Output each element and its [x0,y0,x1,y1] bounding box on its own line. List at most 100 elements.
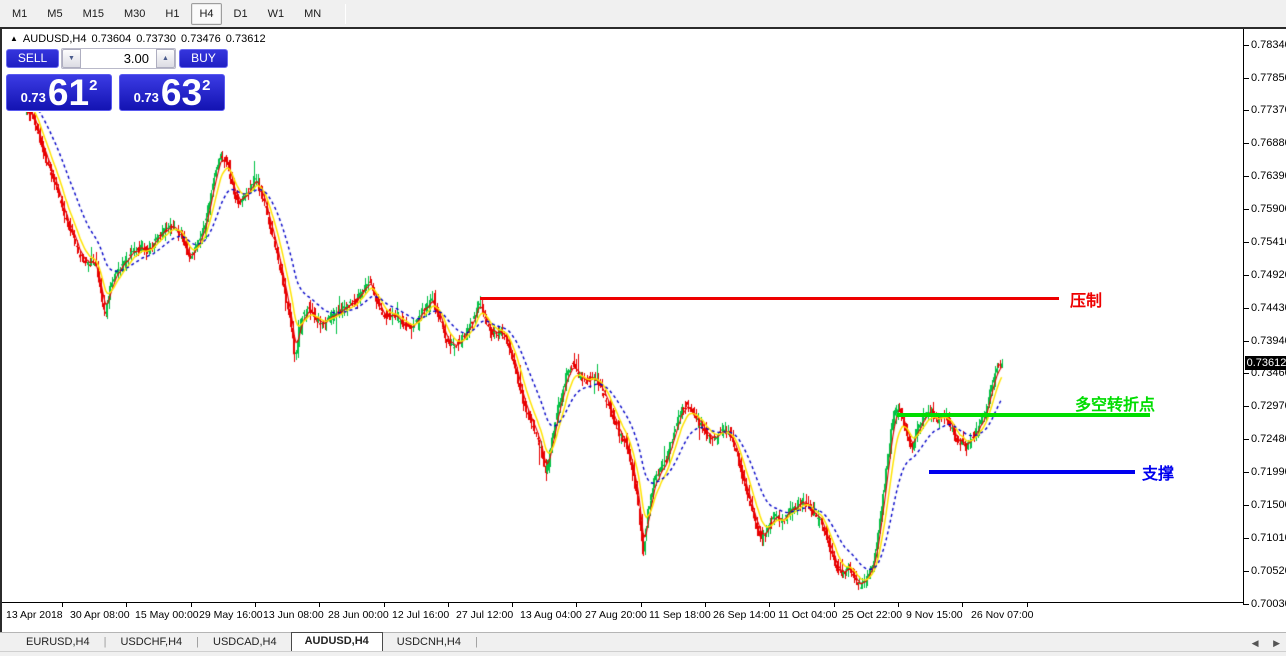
price-axis-label: 0.71010 [1251,532,1286,544]
volume-decrease-button[interactable]: ▼ [62,49,81,68]
price-axis-label: 0.77370 [1251,104,1286,116]
status-strip [0,651,1286,656]
time-axis-tick [62,603,63,607]
time-axis-tick [126,603,127,607]
time-axis-label: 11 Sep 18:00 [649,609,711,621]
timeframe-button-w1[interactable]: W1 [260,3,293,25]
price-axis-label: 0.76390 [1251,170,1286,182]
chart-tab-audusd[interactable]: AUDUSD,H4 [291,632,383,651]
time-axis-tick [641,603,642,607]
mt4-window: M1M5M15M30H1H4D1W1MN 0.78340 0.77850 0.773… [0,0,1286,656]
price-axis-tick [1243,505,1249,506]
price-axis-tick [1243,78,1249,79]
time-axis-tick [448,603,449,607]
volume-input[interactable]: 3.00 [81,49,156,68]
time-axis-label: 28 Jun 00:00 [328,609,389,621]
price-axis-tick [1243,472,1249,473]
up-arrow-icon: ▲ [162,55,169,62]
price-axis-line [1243,29,1244,604]
price-axis-label: 0.72970 [1251,400,1286,412]
time-axis-tick [384,603,385,607]
toolbar-separator [345,4,346,24]
timeframe-button-m30[interactable]: M30 [116,3,153,25]
price-axis-tick [1243,538,1249,539]
time-axis-label: 15 May 00:00 [135,609,199,621]
price-axis-tick [1243,275,1249,276]
price-axis-label: 0.78340 [1251,39,1286,51]
candlestick-chart[interactable] [2,29,1243,604]
timeframe-toolbar: M1M5M15M30H1H4D1W1MN [0,0,1286,27]
ask-pipette: 2 [202,77,210,110]
buy-button[interactable]: BUY [179,49,228,68]
price-axis-tick [1243,308,1249,309]
ask-big-digits: 63 [161,75,202,110]
volume-increase-button[interactable]: ▲ [156,49,175,68]
ohlc-low: 0.73476 [181,33,221,45]
one-click-trade-panel: SELL ▼ 3.00 ▲ BUY 0.73 61 2 0.73 63 2 [6,48,228,112]
timeframe-button-h1[interactable]: H1 [157,3,187,25]
time-axis-tick [962,603,963,607]
price-axis-label: 0.71500 [1251,499,1286,511]
collapse-panel-icon[interactable]: ▲ [10,34,18,43]
price-axis-tick [1243,439,1249,440]
price-axis-tick [1243,604,1249,605]
price-axis-tick [1243,209,1249,210]
chart-tab-usdchf[interactable]: USDCHF,H4 [106,634,196,651]
time-axis-label: 26 Nov 07:00 [971,609,1033,621]
time-axis-label: 11 Oct 04:00 [778,609,837,621]
support-label: 支撑 [1142,460,1174,484]
time-axis: 13 Apr 201830 Apr 08:0015 May 00:0029 Ma… [2,602,1243,632]
price-axis-label: 0.71990 [1251,466,1286,478]
time-axis-label: 26 Sep 14:00 [713,609,775,621]
time-axis-tick [769,603,770,607]
time-axis-label: 9 Nov 15:00 [906,609,963,621]
ohlc-open: 0.73604 [92,33,132,45]
price-axis-label: 0.77850 [1251,72,1286,84]
sell-button[interactable]: SELL [6,49,59,68]
time-axis-label: 30 Apr 08:00 [70,609,130,621]
time-axis-label: 27 Jul 12:00 [456,609,513,621]
time-axis-label: 13 Apr 2018 [6,609,63,621]
tab-scroll-left-icon[interactable]: ◀ [1252,638,1259,648]
price-axis-label: 0.74430 [1251,302,1286,314]
chart-tab-usdcad[interactable]: USDCAD,H4 [199,634,291,651]
price-axis-tick [1243,176,1249,177]
chart-window: 0.783400.778500.773700.768800.763900.759… [0,27,1286,632]
ohlc-high: 0.73730 [136,33,176,45]
time-axis-tick [512,603,513,607]
price-axis-label: 0.74920 [1251,269,1286,281]
support-line[interactable] [929,470,1135,474]
time-axis-tick [191,603,192,607]
pivot-label: 多空转折点 [1075,391,1155,415]
timeframe-button-h4[interactable]: H4 [191,3,221,25]
price-axis-label: 0.76880 [1251,137,1286,149]
price-axis-tick [1243,242,1249,243]
ask-base: 0.73 [134,90,159,105]
time-axis-tick [319,603,320,607]
time-axis-label: 13 Jun 08:00 [263,609,324,621]
timeframe-button-m5[interactable]: M5 [39,3,70,25]
price-axis-tick [1243,143,1249,144]
timeframe-button-d1[interactable]: D1 [226,3,256,25]
time-axis-tick [1027,603,1028,607]
sell-price-tile[interactable]: 0.73 61 2 [6,74,112,111]
resistance-label: 压制 [1070,287,1102,311]
time-axis-tick [255,603,256,607]
current-price-tag: 0.73612 [1245,356,1286,370]
price-axis-tick [1243,110,1249,111]
buy-price-tile[interactable]: 0.73 63 2 [119,74,225,111]
time-axis-tick [834,603,835,607]
timeframe-button-m1[interactable]: M1 [4,3,35,25]
timeframe-button-m15[interactable]: M15 [75,3,112,25]
price-axis-tick [1243,341,1249,342]
resistance-line[interactable] [480,297,1059,300]
chart-tab-usdcnh[interactable]: USDCNH,H4 [383,634,475,651]
price-axis-label: 0.70520 [1251,565,1286,577]
time-axis-label: 27 Aug 20:00 [585,609,647,621]
chart-symbol: AUDUSD,H4 [23,33,87,45]
price-axis-tick [1243,571,1249,572]
price-axis-label: 0.70030 [1251,598,1286,610]
tab-scroll-right-icon[interactable]: ▶ [1273,638,1280,648]
chart-tab-eurusd[interactable]: EURUSD,H4 [12,634,104,651]
timeframe-button-mn[interactable]: MN [296,3,329,25]
